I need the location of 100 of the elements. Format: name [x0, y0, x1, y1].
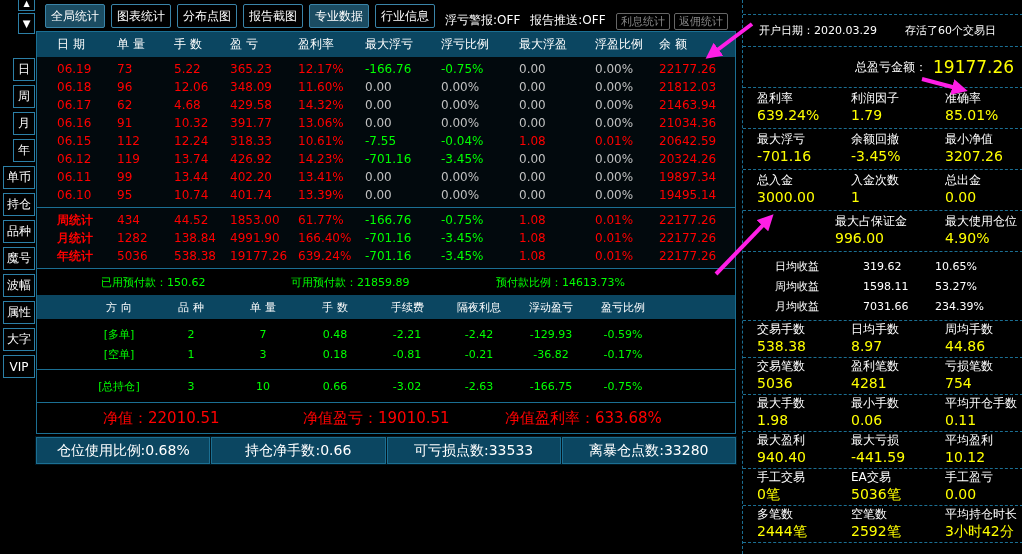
stats-button[interactable]: 利息统计 [615, 13, 670, 30]
table-cell-text: -0.59% [602, 327, 644, 341]
table-cell-text: 7031.66 [863, 299, 910, 313]
table-cell-text: 119 [117, 152, 141, 166]
table-cell-text: 365.23 [230, 62, 273, 76]
view-tab[interactable]: 持仓 [3, 193, 35, 216]
table-cell-text: 12.06 [174, 80, 210, 94]
stat-button[interactable]: 持仓净手数:0.66 [211, 437, 386, 464]
table-cell-text: 112 [117, 134, 141, 148]
view-tab[interactable]: 单币 [3, 166, 35, 189]
stat-label: 余额回撤 [851, 132, 900, 147]
column-header: 方 向 [105, 299, 133, 315]
table-cell-text: 月均收益 [775, 298, 820, 314]
stat-button[interactable]: 可亏损点数:33533 [386, 437, 561, 464]
scroll-button[interactable]: ▼ [18, 13, 35, 34]
stat-label: 入金次数 [851, 173, 900, 188]
toolbar-button[interactable]: 图表统计 [111, 4, 171, 28]
table-cell-text: 06.17 [57, 98, 93, 112]
toolbar-button[interactable]: 分布点图 [177, 4, 237, 28]
period-tab[interactable]: 年 [13, 139, 35, 162]
table-cell-text: 0.00 [519, 152, 547, 166]
stat-value: -3.45% [851, 147, 902, 166]
table-cell-text: 06.16 [57, 116, 93, 130]
column-header: 浮亏比例 [441, 36, 490, 53]
table-cell-text: 10.65% [935, 259, 978, 273]
stat-label: 多笔数 [757, 507, 794, 522]
table-cell-text: 2 [186, 327, 196, 341]
table-cell-text: 19177.26 [230, 249, 289, 263]
stat-label: 手工盈亏 [945, 470, 994, 485]
view-tab[interactable]: 属性 [3, 301, 35, 324]
toolbar-button[interactable]: 专业数据 [309, 4, 369, 28]
view-tab[interactable]: 魔号 [3, 247, 35, 270]
column-header: 日 期 [57, 36, 86, 53]
table-cell-text: [多单] [102, 326, 136, 342]
table-cell-text: 0.00 [365, 188, 393, 202]
stat-label: 盈利笔数 [851, 359, 900, 374]
table-cell-text: 3 [186, 379, 196, 393]
table-cell-text: 06.18 [57, 80, 93, 94]
stat-label: 最大手数 [757, 396, 806, 411]
stat-value: 538.38 [757, 337, 807, 356]
net-value: 净值：22010.51 [103, 408, 221, 428]
view-tab[interactable]: VIP [3, 355, 35, 378]
toolbar-button[interactable]: 行业信息 [375, 4, 435, 28]
stat-button[interactable]: 离暴仓点数:33280 [561, 437, 736, 464]
table-cell-text: -701.16 [365, 249, 413, 263]
table-cell-text: 06.15 [57, 134, 93, 148]
table-cell-text: -2.21 [391, 327, 423, 341]
table-cell-text: -36.82 [532, 347, 570, 361]
table-cell-text: 19495.14 [659, 188, 718, 202]
table-cell-text: 1.08 [519, 231, 547, 245]
period-tab[interactable]: 日 [13, 58, 35, 81]
stat-value: 5036笔 [851, 485, 902, 504]
table-cell-text: 月统计 [57, 229, 94, 247]
table-cell-text: 06.19 [57, 62, 93, 76]
column-header: 最大浮盈 [519, 36, 568, 53]
table-cell-text: 0.01% [595, 249, 635, 263]
net-value: 净值盈亏：19010.51 [303, 408, 451, 428]
column-header: 单 量 [249, 299, 277, 315]
account-info: 开户日期：2020.03.29 [759, 23, 877, 38]
toolbar-button[interactable]: 全局统计 [45, 4, 105, 28]
scroll-button[interactable]: ▲ [18, 0, 35, 11]
stat-label: 盈利率 [757, 91, 794, 106]
table-cell-text: -2.42 [463, 327, 495, 341]
stats-button[interactable]: 返佣统计 [673, 13, 728, 30]
toolbar-button[interactable]: 报告截图 [243, 4, 303, 28]
stat-button[interactable]: 仓位使用比例:0.68% [36, 437, 211, 464]
table-cell-text: -0.04% [441, 134, 485, 148]
view-tab[interactable]: 波幅 [3, 274, 35, 297]
stat-value: 940.40 [757, 448, 807, 467]
column-header: 隔夜利息 [456, 299, 502, 315]
table-cell-text: 20642.59 [659, 134, 718, 148]
view-tab[interactable]: 品种 [3, 220, 35, 243]
table-cell-text: 95 [117, 188, 134, 202]
table-cell-text: 12.17% [298, 62, 345, 76]
table-cell-text: 14.32% [298, 98, 345, 112]
table-cell-text: 10 [255, 379, 271, 393]
table-cell-text: 0.00 [519, 62, 547, 76]
table-cell-text: -0.75% [602, 379, 644, 393]
period-tab[interactable]: 周 [13, 85, 35, 108]
margin-stat: 预付款比例：14613.73% [496, 274, 626, 290]
table-cell-text: 0.00 [519, 116, 547, 130]
table-cell-text: 19897.34 [659, 170, 718, 184]
table-cell-text: 0.00% [595, 116, 635, 130]
stat-value: 44.86 [945, 337, 987, 356]
stat-label: 周均手数 [945, 322, 994, 337]
column-header: 最大浮亏 [365, 36, 414, 53]
table-cell-text: 0.00 [365, 98, 393, 112]
table-cell-text: 1.08 [519, 134, 547, 148]
table-cell-text: -2.63 [463, 379, 495, 393]
table-cell-text: -129.93 [528, 327, 574, 341]
table-cell-text: 0.00 [365, 170, 393, 184]
table-cell-text: 426.92 [230, 152, 273, 166]
stat-label: 利润因子 [851, 91, 900, 106]
margin-stat: 已用预付款：150.62 [101, 274, 207, 290]
view-tab[interactable]: 大字 [3, 328, 35, 351]
period-tab[interactable]: 月 [13, 112, 35, 135]
table-cell-text: 21034.36 [659, 116, 718, 130]
stat-label: 最大盈利 [757, 433, 806, 448]
column-header: 单 量 [117, 36, 146, 53]
stat-label: 手工交易 [757, 470, 806, 485]
